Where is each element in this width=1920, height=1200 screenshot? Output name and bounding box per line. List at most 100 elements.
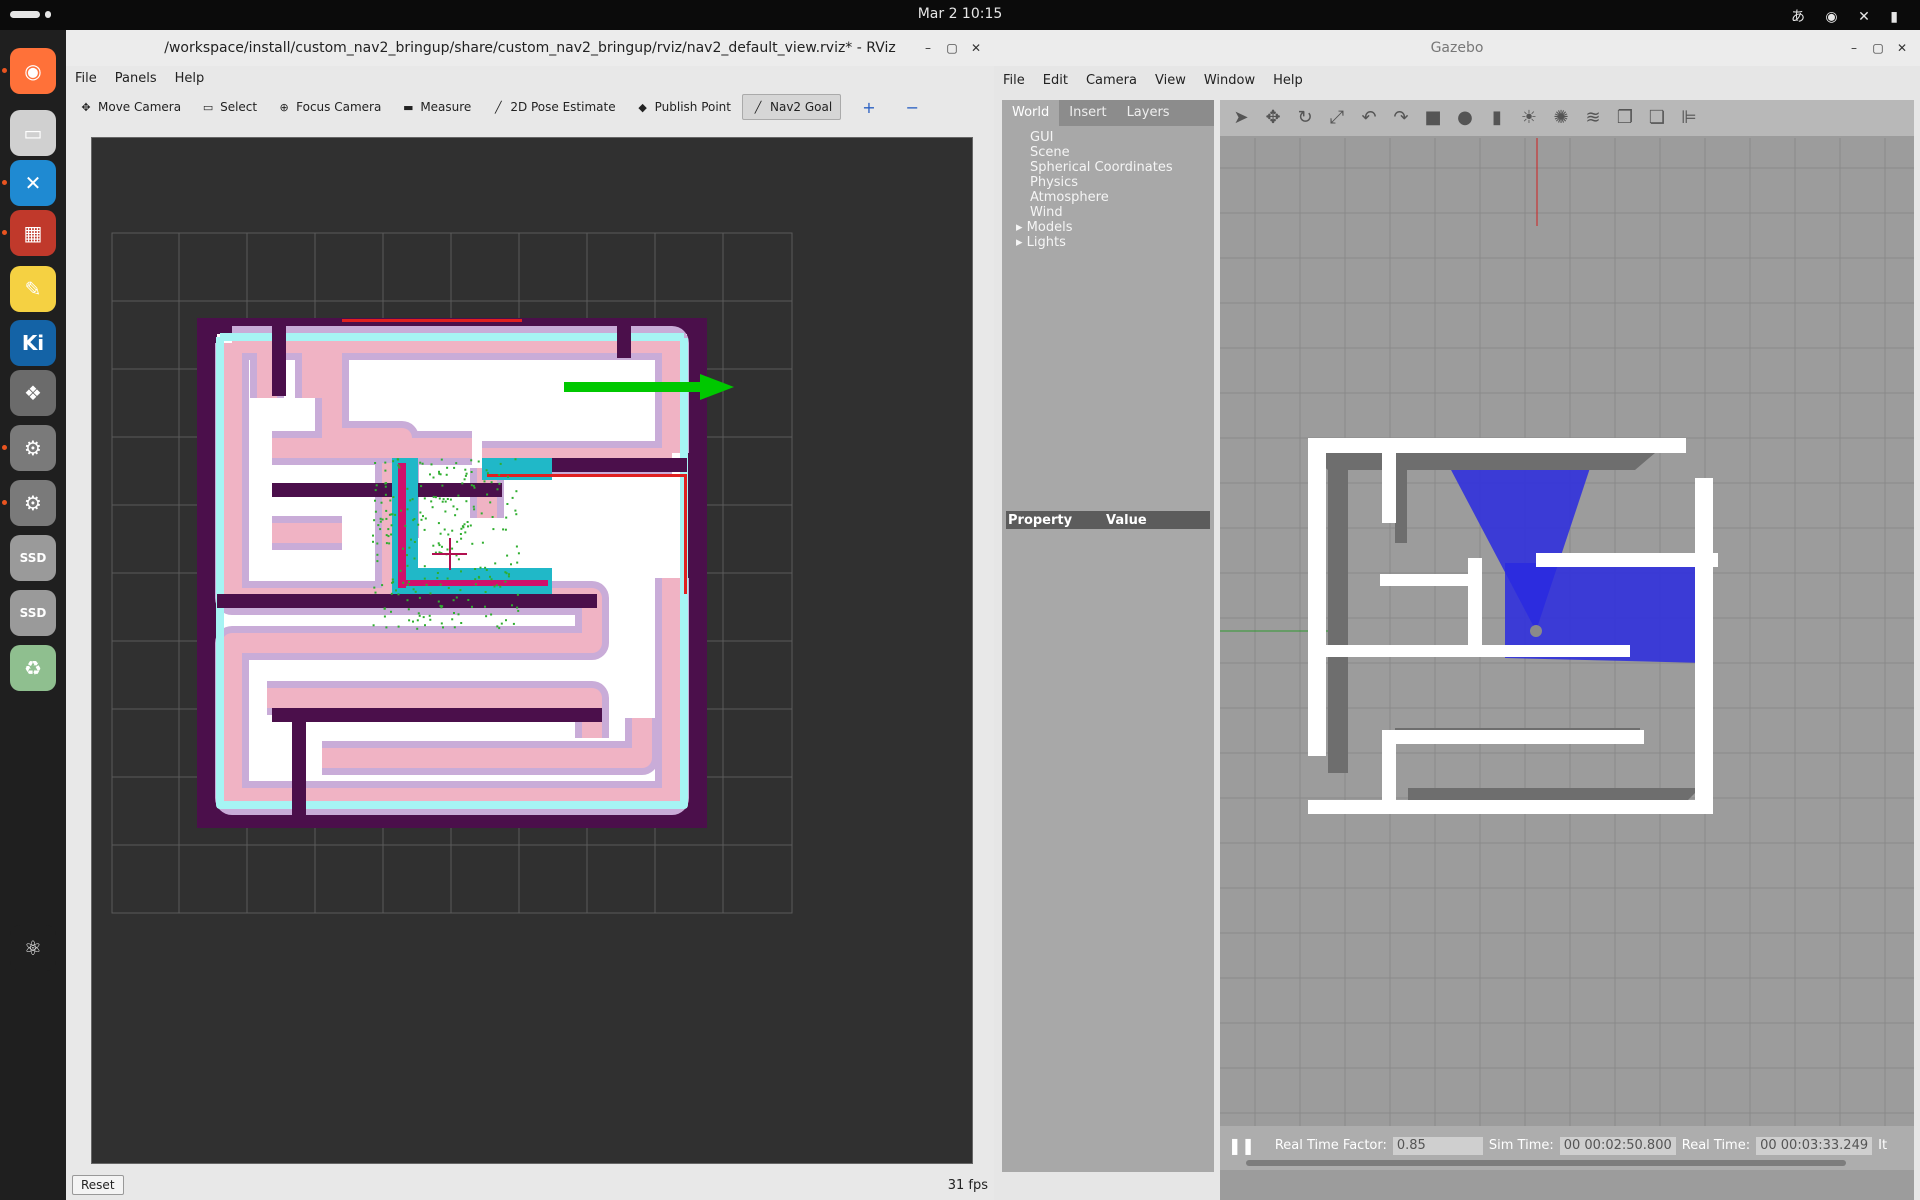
tree-item-scene[interactable]: Scene (1002, 145, 1214, 160)
undo-icon[interactable]: ↶ (1356, 105, 1382, 131)
particle (446, 498, 449, 500)
tree-item-wind[interactable]: Wind (1002, 205, 1214, 220)
vscode-icon[interactable]: ✕ (10, 160, 56, 206)
cylinder-shape-icon[interactable]: ▮ (1484, 105, 1510, 131)
align-icon[interactable]: ⊫ (1676, 105, 1702, 131)
settings-2-icon[interactable]: ⚙ (10, 480, 56, 526)
particle (514, 509, 517, 512)
tree-item-physics[interactable]: Physics (1002, 175, 1214, 190)
close-icon[interactable]: ✕ (1892, 38, 1912, 58)
gazebo-menu-camera[interactable]: Camera (1077, 73, 1146, 88)
particle (515, 490, 518, 493)
rviz-titlebar[interactable]: /workspace/install/custom_nav2_bringup/s… (66, 30, 994, 66)
rotate-icon[interactable]: ↻ (1292, 105, 1318, 131)
close-icon[interactable]: ✕ (966, 38, 986, 58)
ubuntu-icon[interactable]: ⚛ (10, 925, 56, 971)
costmap-view[interactable] (92, 138, 972, 1163)
particle (417, 612, 420, 615)
select-arrow-icon[interactable]: ➤ (1228, 105, 1254, 131)
maximize-icon[interactable]: ▢ (942, 38, 962, 58)
particle (432, 544, 435, 547)
point-light-icon[interactable]: ☀ (1516, 105, 1542, 131)
remove-tool-icon[interactable]: − (897, 94, 928, 120)
gazebo-menu-edit[interactable]: Edit (1034, 73, 1077, 88)
tree-item-atmosphere[interactable]: Atmosphere (1002, 190, 1214, 205)
particle (372, 534, 374, 537)
box-shape-icon[interactable]: ■ (1420, 105, 1446, 131)
gazebo-menu-window[interactable]: Window (1195, 73, 1264, 88)
tree-item-gui[interactable]: GUI (1002, 130, 1214, 145)
tool-focus-camera[interactable]: ⊕ Focus Camera (268, 94, 390, 120)
spot-light-icon[interactable]: ✺ (1548, 105, 1574, 131)
rviz-menu-help[interactable]: Help (166, 71, 214, 86)
minimize-icon[interactable]: – (918, 38, 938, 58)
particle (453, 466, 456, 469)
redo-icon[interactable]: ↷ (1388, 105, 1414, 131)
rviz-menu-panels[interactable]: Panels (106, 71, 166, 86)
tool-measure[interactable]: ▬ Measure (392, 94, 480, 120)
firefox-icon[interactable]: ◉ (10, 48, 56, 94)
expand-arrow-icon[interactable]: ▸ (1016, 235, 1027, 250)
text-editor-icon[interactable]: ✎ (10, 266, 56, 312)
particle (385, 626, 388, 629)
particle (413, 518, 416, 520)
clock[interactable]: Mar 2 10:15 (0, 6, 1920, 22)
system-tray[interactable]: あ ◉ ✕ ▮ (1791, 6, 1906, 26)
gazebo-render-area: ➤ ✥ ↻ ⤢ ↶ ↷ ■ ● ▮ ☀ ✺ ≋ ❐ ❏ ⊫ ❚❚ Real Ti… (1220, 100, 1914, 1200)
gimp-icon[interactable]: ❖ (10, 370, 56, 416)
tree-item-spherical-coordinates[interactable]: Spherical Coordinates (1002, 160, 1214, 175)
tree-item-lights[interactable]: ▸ Lights (1002, 235, 1214, 250)
paste-icon[interactable]: ❏ (1644, 105, 1670, 131)
gazebo-status-bar: ❚❚ Real Time Factor: 0.85 Sim Time: 00 0… (1220, 1126, 1914, 1170)
tool-nav2-goal[interactable]: ╱ Nav2 Goal (742, 94, 842, 120)
tool-publish-point[interactable]: ◆ Publish Point (627, 94, 740, 120)
trash-icon[interactable]: ♻ (10, 645, 56, 691)
translate-icon[interactable]: ✥ (1260, 105, 1286, 131)
expand-arrow-icon[interactable]: ▸ (1016, 220, 1027, 235)
particle (408, 546, 411, 549)
particle (429, 592, 432, 595)
copy-icon[interactable]: ❐ (1612, 105, 1638, 131)
tool-move-camera[interactable]: ✥ Move Camera (70, 94, 190, 120)
minimize-icon[interactable]: – (1844, 38, 1864, 58)
tab-world[interactable]: World (1002, 100, 1060, 126)
directional-light-icon[interactable]: ≋ (1580, 105, 1606, 131)
ssd-1-icon[interactable]: SSD (10, 535, 56, 581)
add-tool-icon[interactable]: + (853, 94, 884, 120)
scene-svg[interactable] (1220, 138, 1914, 1126)
reset-button[interactable]: Reset (72, 1175, 124, 1195)
particle (457, 613, 460, 616)
tab-insert[interactable]: Insert (1059, 100, 1116, 126)
gazebo-titlebar[interactable]: Gazebo – ▢ ✕ (994, 30, 1920, 66)
gazebo-menu-view[interactable]: View (1146, 73, 1195, 88)
tab-layers[interactable]: Layers (1117, 100, 1180, 126)
maximize-icon[interactable]: ▢ (1868, 38, 1888, 58)
tool-select[interactable]: ▭ Select (192, 94, 266, 120)
particle (388, 513, 391, 516)
horizontal-scrollbar[interactable] (1246, 1160, 1846, 1166)
kicad-icon[interactable]: Ki (10, 320, 56, 366)
pause-icon[interactable]: ❚❚ (1228, 1136, 1255, 1155)
files-icon[interactable]: ▭ (10, 110, 56, 156)
tool-2d-pose-estimate[interactable]: ╱ 2D Pose Estimate (482, 94, 624, 120)
tree-item-models[interactable]: ▸ Models (1002, 220, 1214, 235)
particle (444, 510, 447, 513)
particle (441, 484, 444, 487)
rviz-3d-viewport[interactable] (91, 137, 973, 1164)
gazebo-menu-file[interactable]: File (994, 73, 1034, 88)
sphere-shape-icon[interactable]: ● (1452, 105, 1478, 131)
tool-icon: ▭ (202, 100, 214, 114)
gazebo-3d-scene[interactable] (1220, 138, 1914, 1126)
particle (485, 615, 488, 618)
rviz-menu-file[interactable]: File (66, 71, 106, 86)
particle (413, 541, 416, 543)
gazebo-menu-help[interactable]: Help (1264, 73, 1312, 88)
particle (384, 469, 387, 472)
ssd-2-icon[interactable]: SSD (10, 590, 56, 636)
terminal-icon[interactable]: ▦ (10, 210, 56, 256)
running-indicator (2, 445, 7, 450)
particle (455, 596, 458, 599)
particle (441, 500, 444, 503)
scale-icon[interactable]: ⤢ (1324, 105, 1350, 131)
settings-icon[interactable]: ⚙ (10, 425, 56, 471)
